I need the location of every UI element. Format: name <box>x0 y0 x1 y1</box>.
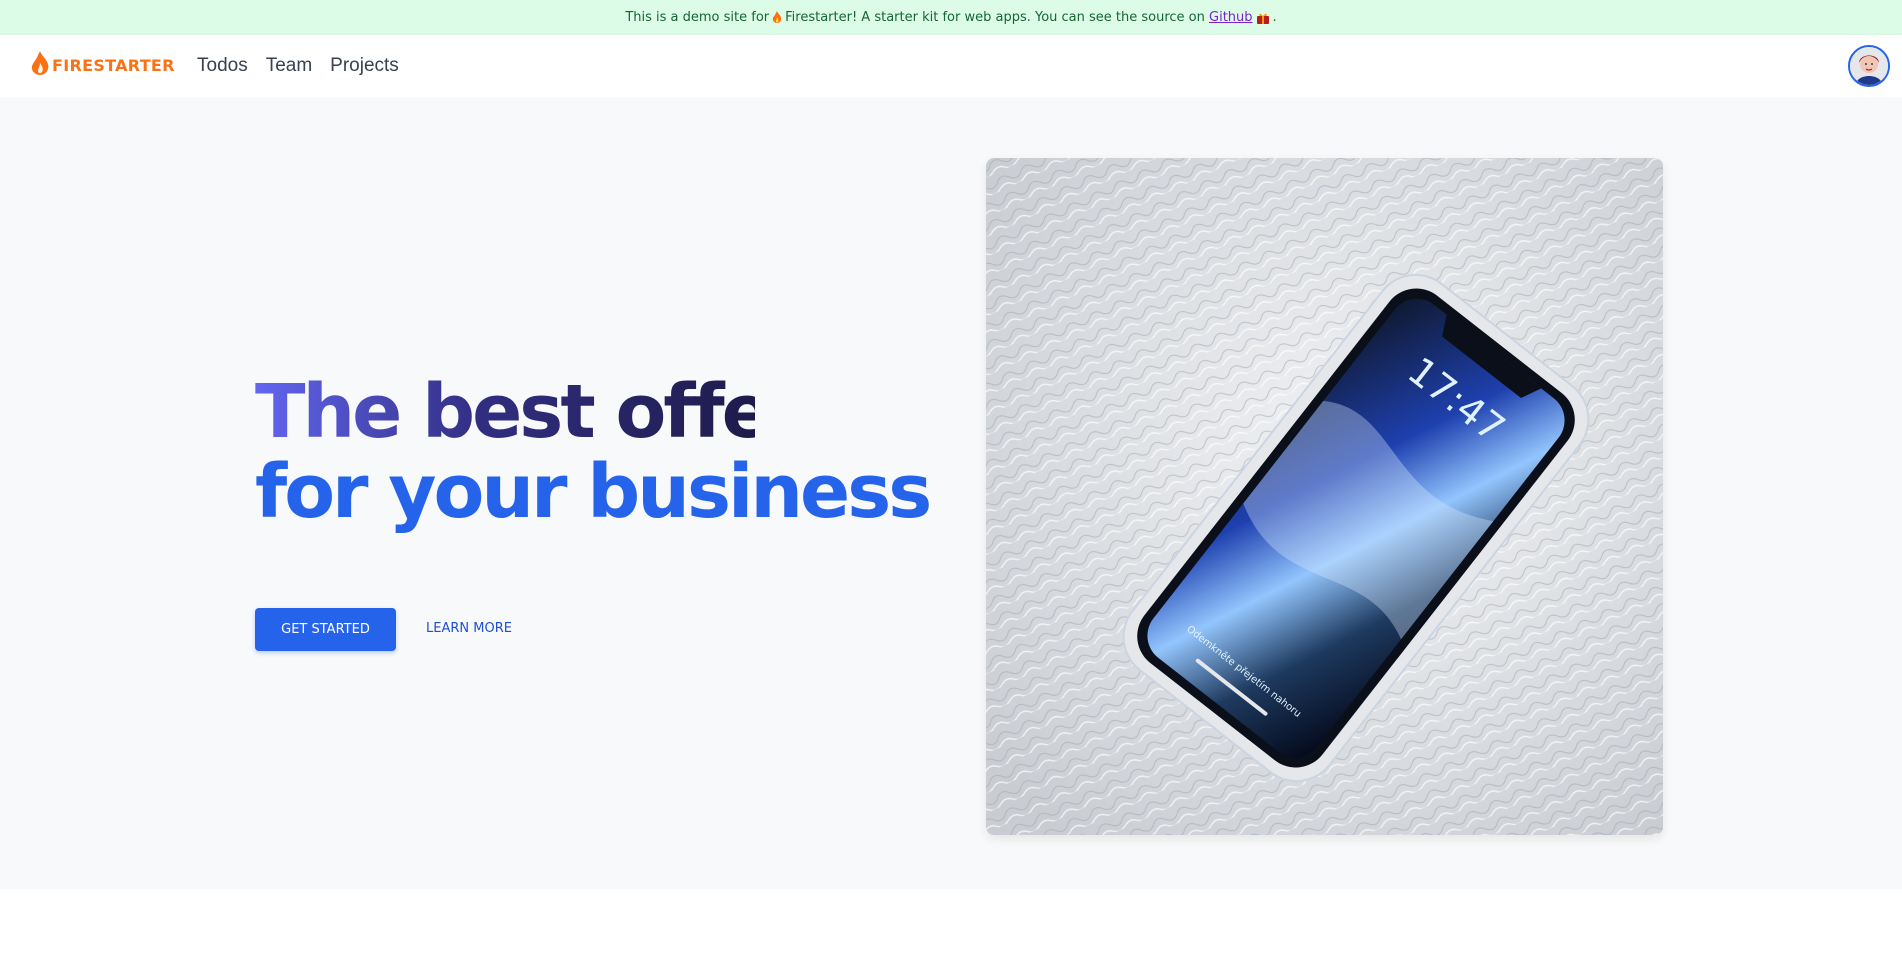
flame-logo-icon <box>31 51 49 75</box>
user-avatar[interactable] <box>1848 45 1890 87</box>
github-link[interactable]: Github <box>1209 10 1253 25</box>
banner-text-middle: Firestarter! A starter kit for web apps.… <box>785 10 1205 25</box>
nav-link-projects[interactable]: Projects <box>330 55 399 77</box>
gift-icon <box>1256 13 1269 24</box>
nav-link-todos[interactable]: Todos <box>197 55 248 77</box>
demo-banner: This is a demo site for Firestarter! A s… <box>0 0 1902 35</box>
nav-links: Todos Team Projects <box>197 55 399 77</box>
flame-icon <box>772 10 782 23</box>
nav-link-team[interactable]: Team <box>266 55 312 77</box>
headline-line-2: for your business <box>255 449 932 535</box>
hero-section: The best offer for your business GET STA… <box>0 97 1902 889</box>
top-navbar: FIRESTARTER Todos Team Projects <box>0 35 1902 97</box>
firestarter-logo[interactable]: FIRESTARTER <box>30 51 175 79</box>
hero-image: 17:47 Odemkněte přejetím nahoru <box>986 158 1663 835</box>
logo-wordmark: FIRESTARTER <box>52 55 175 75</box>
get-started-button[interactable]: GET STARTED <box>255 608 396 651</box>
avatar-portrait-icon <box>1850 47 1888 85</box>
banner-text-before: This is a demo site for <box>625 10 770 25</box>
learn-more-link[interactable]: LEARN MORE <box>426 621 512 636</box>
hero-headline: The best offer for your business <box>255 369 932 535</box>
smartphone-photo: 17:47 Odemkněte přejetím nahoru <box>986 158 1663 835</box>
banner-text-after: . <box>1272 10 1277 25</box>
headline-line-1: The best offer <box>255 369 805 455</box>
